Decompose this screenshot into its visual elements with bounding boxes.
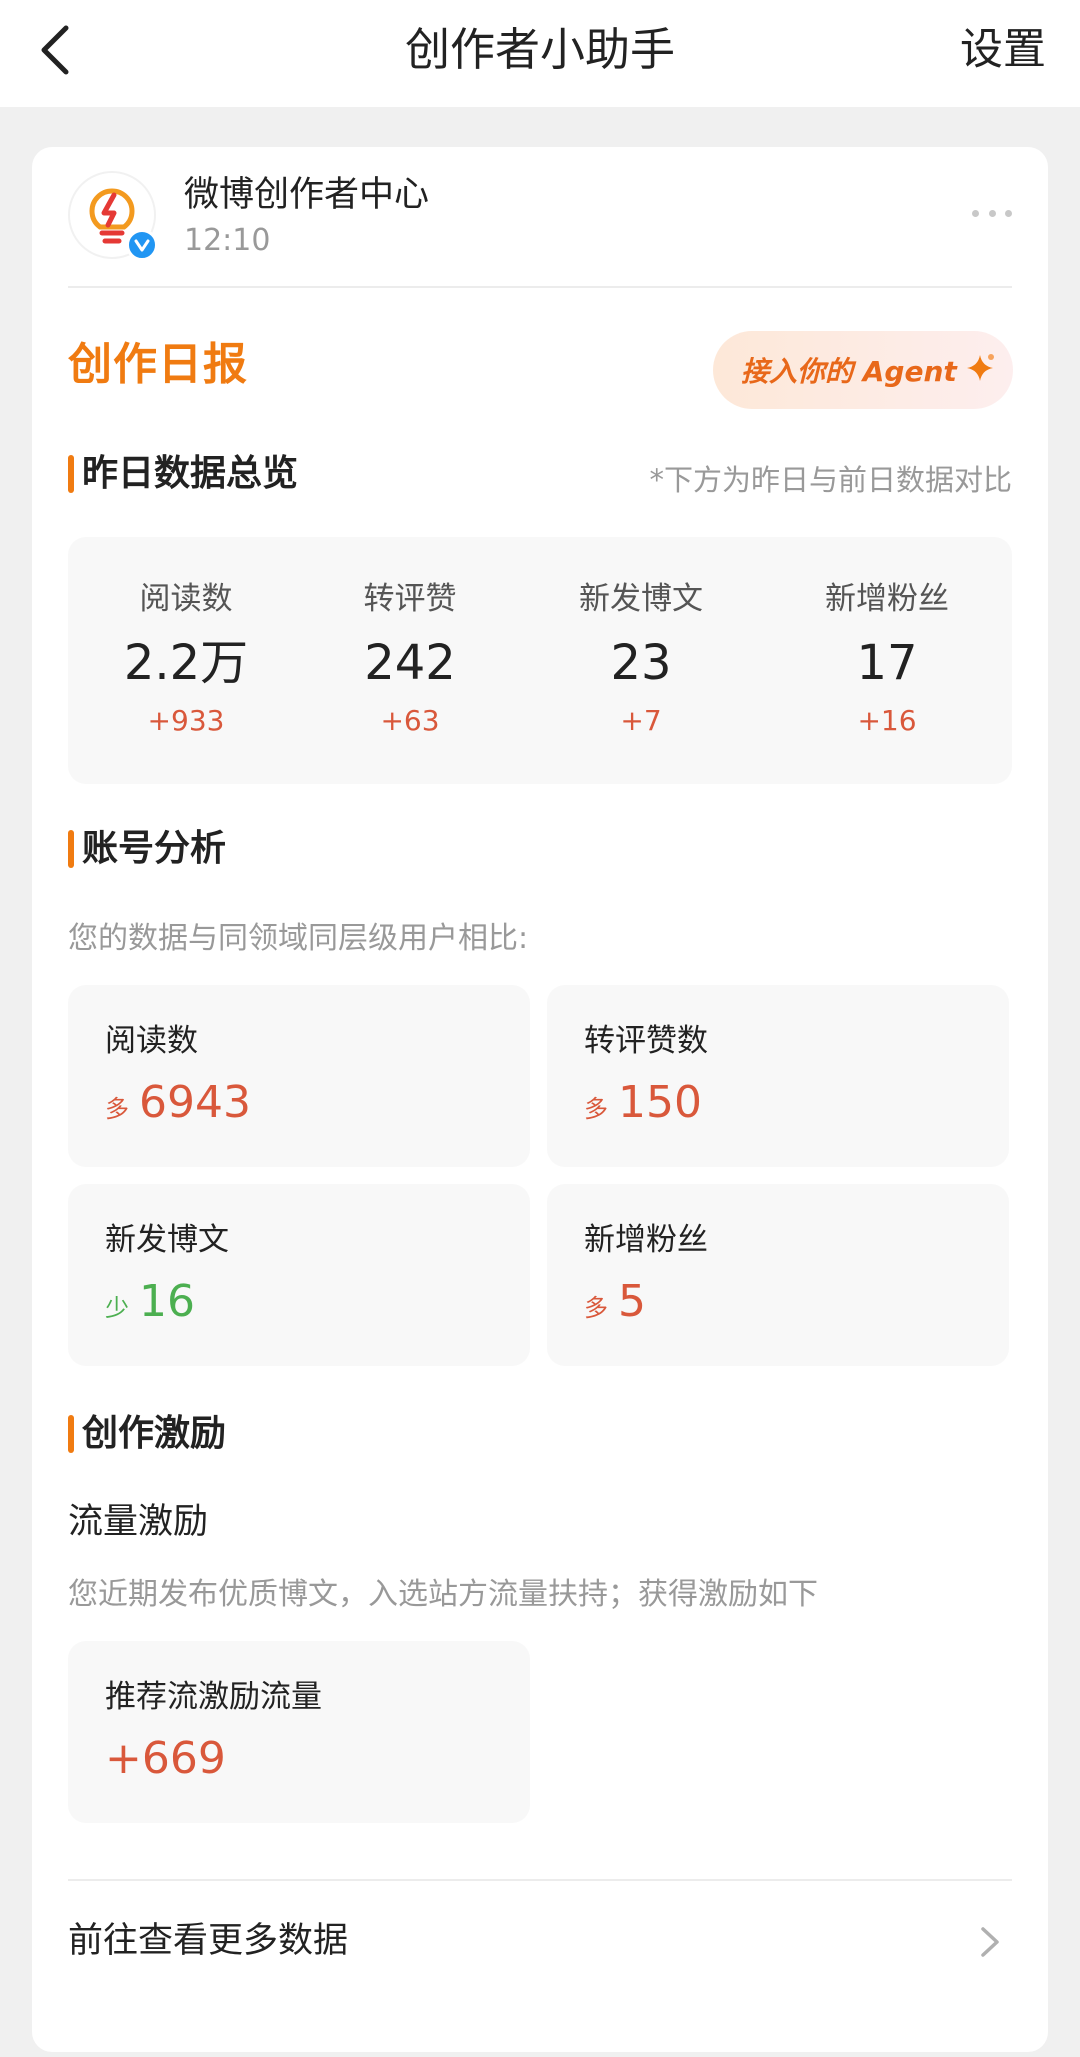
incentive-subtitle: 流量激励	[68, 1502, 209, 1542]
stat-label: 新增粉丝	[825, 581, 949, 617]
incentive-card[interactable]: 推荐流激励流量 +669	[68, 1641, 530, 1823]
stat-new-followers[interactable]: 新增粉丝 17 +16	[769, 537, 1005, 784]
overview-note: *下方为昨日与前日数据对比	[649, 463, 1012, 497]
stat-value: 23	[610, 635, 672, 691]
account-name[interactable]: 微博创作者中心	[184, 173, 429, 217]
page-title: 创作者小助手	[404, 23, 675, 76]
metric-label: 新增粉丝	[584, 1222, 708, 1258]
metric-direction: 多	[584, 1095, 608, 1123]
analysis-intro: 您的数据与同领域同层级用户相比:	[68, 921, 529, 956]
overview-section-header: 昨日数据总览	[68, 452, 298, 496]
stat-delta: +933	[147, 704, 225, 737]
stat-engagements[interactable]: 转评赞 242 +63	[292, 537, 528, 784]
metric-card-reads[interactable]: 阅读数 多 6943	[68, 985, 530, 1167]
metric-row: 多 150	[584, 1077, 702, 1129]
stat-delta: +63	[380, 704, 440, 737]
stat-new-posts[interactable]: 新发博文 23 +7	[523, 537, 759, 784]
metric-value: 5	[618, 1276, 646, 1327]
overview-stats: 阅读数 2.2万 +933 转评赞 242 +63 新发博文 23 +7 新增粉…	[68, 537, 1012, 784]
metric-direction: 多	[105, 1095, 129, 1123]
metric-value: 150	[618, 1077, 702, 1128]
metric-card-new-posts[interactable]: 新发博文 少 16	[68, 1184, 530, 1366]
stat-delta: +16	[857, 704, 917, 737]
metric-card-engagements[interactable]: 转评赞数 多 150	[547, 985, 1009, 1167]
metric-value: 6943	[139, 1077, 251, 1128]
more-dot-icon	[988, 209, 996, 217]
report-title: 创作日报	[68, 339, 248, 390]
metric-row: 多 6943	[105, 1077, 251, 1129]
stat-value: 242	[364, 635, 456, 691]
chevron-right-icon	[981, 1927, 999, 1957]
incentive-card-value: +669	[105, 1733, 226, 1784]
metric-label: 转评赞数	[584, 1023, 708, 1059]
post-header: 微博创作者中心 12:10	[68, 171, 1012, 281]
section-accent-bar	[68, 455, 74, 493]
metric-value: 16	[139, 1276, 195, 1327]
stat-value: 17	[856, 635, 918, 691]
analysis-section-header: 账号分析	[68, 827, 226, 871]
metric-label: 新发博文	[105, 1222, 229, 1258]
more-data-link[interactable]: 前往查看更多数据	[68, 1881, 1012, 2003]
more-data-label: 前往查看更多数据	[68, 1921, 349, 1961]
more-dot-icon	[1005, 209, 1012, 217]
stat-label: 新发博文	[579, 581, 703, 617]
metric-label: 阅读数	[105, 1023, 198, 1059]
more-dot-icon	[972, 209, 979, 217]
agent-button-label: 接入你的 Agent	[741, 355, 957, 388]
stat-label: 阅读数	[139, 581, 233, 617]
section-accent-bar	[68, 1415, 74, 1453]
sparkle-icon	[967, 354, 994, 381]
stat-label: 转评赞	[363, 581, 457, 617]
metric-card-new-followers[interactable]: 新增粉丝 多 5	[547, 1184, 1009, 1366]
metric-direction: 少	[105, 1294, 129, 1322]
settings-button[interactable]: 设置	[960, 22, 1046, 78]
incentive-section-header: 创作激励	[68, 1412, 226, 1456]
divider	[68, 286, 1012, 288]
more-options-button[interactable]	[972, 203, 1012, 223]
metric-row: 少 16	[105, 1276, 195, 1328]
verified-v-icon	[126, 229, 158, 261]
top-nav-bar: 创作者小助手 设置	[0, 0, 1080, 107]
overview-title: 昨日数据总览	[82, 453, 299, 494]
post-time: 12:10	[184, 223, 271, 258]
connect-agent-button[interactable]: 接入你的 Agent	[713, 331, 1013, 409]
avatar[interactable]	[68, 171, 158, 261]
incentive-description: 您近期发布优质博文，入选站方流量扶持；获得激励如下	[68, 1577, 818, 1612]
stat-reads[interactable]: 阅读数 2.2万 +933	[68, 537, 304, 784]
stat-delta: +7	[620, 704, 662, 737]
daily-report-card: 微博创作者中心 12:10 创作日报 接入你的 Agent 昨日数据总览 *下方…	[32, 147, 1048, 2052]
analysis-title: 账号分析	[82, 828, 227, 869]
metric-direction: 多	[584, 1294, 608, 1322]
incentive-card-label: 推荐流激励流量	[105, 1679, 322, 1715]
metric-row: 多 5	[584, 1276, 646, 1328]
section-accent-bar	[68, 830, 74, 868]
stat-value: 2.2万	[123, 635, 249, 691]
incentive-title: 创作激励	[82, 1413, 227, 1454]
